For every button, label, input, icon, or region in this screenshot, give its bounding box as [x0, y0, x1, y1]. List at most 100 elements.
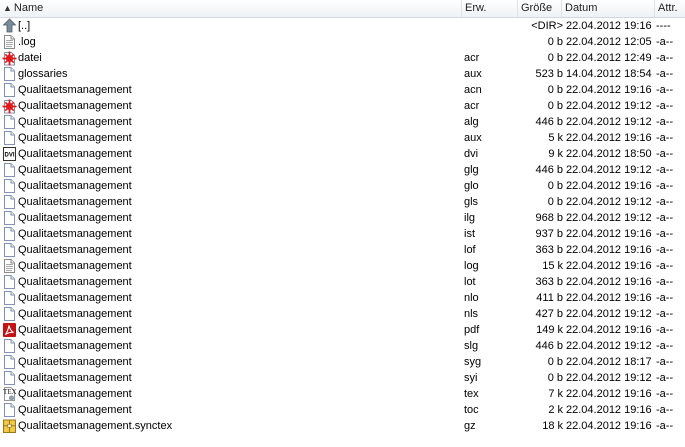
- file-date: 22.04.2012 12:49: [566, 52, 652, 64]
- file-attributes: -a--: [656, 196, 674, 208]
- file-date: 22.04.2012 19:16: [566, 324, 652, 336]
- blank-file-icon: [2, 162, 17, 178]
- file-name: Qualitaetsmanagement: [18, 356, 132, 368]
- file-row[interactable]: Qualitaetsmanagement ist 937 b 22.04.2012 1…: [0, 226, 685, 242]
- file-size: 363 b: [535, 276, 563, 288]
- file-attributes: -a--: [656, 116, 674, 128]
- blank-file-icon: [2, 130, 17, 146]
- file-size: 0 b: [547, 52, 563, 64]
- file-size: 149 k: [536, 324, 563, 336]
- file-row[interactable]: Qualitaetsmanagement toc 2 k 22.04.2012 19:…: [0, 402, 685, 418]
- file-row[interactable]: Qualitaetsmanagement alg 446 b 22.04.2012 1…: [0, 114, 685, 130]
- file-extension: dvi: [464, 148, 479, 160]
- file-name: Qualitaetsmanagement: [18, 388, 132, 400]
- column-extension-label: Erw.: [465, 2, 487, 14]
- column-date-header[interactable]: Datum: [562, 0, 655, 17]
- file-attributes: -a--: [656, 244, 674, 256]
- file-row[interactable]: DVI Qualitaetsmanagement dvi 9 k 22.04.2012 …: [0, 146, 685, 162]
- file-attributes: -a--: [656, 52, 674, 64]
- file-row[interactable]: Qualitaetsmanagement ilg 968 b 22.04.2012 1…: [0, 210, 685, 226]
- file-attributes: -a--: [656, 164, 674, 176]
- file-extension: nls: [464, 308, 479, 320]
- file-date: 22.04.2012 19:16: [566, 388, 652, 400]
- file-name: Qualitaetsmanagement: [18, 372, 132, 384]
- file-name: Qualitaetsmanagement: [18, 100, 132, 112]
- file-row[interactable]: TEX Qualitaetsmanagement tex 7 k 22.04.2012 …: [0, 386, 685, 402]
- file-row[interactable]: Qualitaetsmanagement glo 0 b 22.04.2012 19:…: [0, 178, 685, 194]
- file-row[interactable]: Qualitaetsmanagement pdf 149 k 22.04.2012 1…: [0, 322, 685, 338]
- file-attributes: ----: [656, 20, 671, 32]
- file-date: 22.04.2012 19:12: [566, 164, 652, 176]
- file-row[interactable]: Qualitaetsmanagement acn 0 b 22.04.2012 19:…: [0, 82, 685, 98]
- file-rows: [..] <DIR> 22.04.2012 19:16 ---- .log 0 b 22.0…: [0, 18, 685, 434]
- blank-file-icon: [2, 178, 17, 194]
- file-size: 411 b: [536, 292, 563, 304]
- column-extension-header[interactable]: Erw.: [462, 0, 518, 17]
- file-size: 9 k: [548, 148, 563, 160]
- file-row[interactable]: Qualitaetsmanagement acr 0 b 22.04.2012 19:…: [0, 98, 685, 114]
- file-row[interactable]: datei acr 0 b 22.04.2012 12:49 -a--: [0, 50, 685, 66]
- file-name: Qualitaetsmanagement: [18, 180, 132, 192]
- file-row[interactable]: Qualitaetsmanagement syi 0 b 22.04.2012 19:…: [0, 370, 685, 386]
- file-extension: tex: [464, 388, 479, 400]
- file-extension: ilg: [464, 212, 476, 224]
- file-size: <DIR>: [531, 20, 563, 32]
- file-attributes: -a--: [656, 212, 674, 224]
- file-row[interactable]: [..] <DIR> 22.04.2012 19:16 ----: [0, 18, 685, 34]
- file-size: 446 b: [535, 116, 563, 128]
- blank-file-icon: [2, 306, 17, 322]
- file-row[interactable]: Qualitaetsmanagement gls 0 b 22.04.2012 19:…: [0, 194, 685, 210]
- file-name: Qualitaetsmanagement: [18, 404, 132, 416]
- file-extension: acn: [464, 84, 482, 96]
- file-size: 0 b: [547, 372, 563, 384]
- file-row[interactable]: Qualitaetsmanagement lof 363 b 22.04.2012 1…: [0, 242, 685, 258]
- file-name: Qualitaetsmanagement.synctex: [18, 420, 173, 432]
- file-date: 14.04.2012 18:54: [566, 68, 652, 80]
- blank-file-icon: [2, 210, 17, 226]
- file-row[interactable]: Qualitaetsmanagement nls 427 b 22.04.2012 1…: [0, 306, 685, 322]
- file-extension: acr: [464, 100, 480, 112]
- file-name: glossaries: [18, 68, 68, 80]
- file-row[interactable]: Qualitaetsmanagement syg 0 b 22.04.2012 18:…: [0, 354, 685, 370]
- file-attributes: -a--: [656, 100, 674, 112]
- file-name: Qualitaetsmanagement: [18, 260, 132, 272]
- file-name: Qualitaetsmanagement: [18, 276, 132, 288]
- column-name-header[interactable]: ▲ Name: [0, 0, 462, 17]
- file-row[interactable]: .log 0 b 22.04.2012 12:05 -a--: [0, 34, 685, 50]
- file-name: Qualitaetsmanagement: [18, 228, 132, 240]
- acrobat-red-splash-icon: [2, 50, 17, 66]
- file-attributes: -a--: [656, 132, 674, 144]
- file-row[interactable]: Qualitaetsmanagement glg 446 b 22.04.2012 1…: [0, 162, 685, 178]
- column-size-header[interactable]: Größe: [518, 0, 562, 17]
- file-size: 363 b: [535, 244, 563, 256]
- file-size: 968 b: [535, 212, 563, 224]
- file-row[interactable]: Qualitaetsmanagement lot 363 b 22.04.2012 1…: [0, 274, 685, 290]
- file-size: 523 b: [535, 68, 563, 80]
- file-size: 427 b: [535, 308, 563, 320]
- file-date: 22.04.2012 19:12: [566, 372, 652, 384]
- file-row[interactable]: Qualitaetsmanagement aux 5 k 22.04.2012 19:…: [0, 130, 685, 146]
- file-attributes: -a--: [656, 36, 674, 48]
- file-row[interactable]: glossaries aux 523 b 14.04.2012 18:54 -a--: [0, 66, 685, 82]
- file-size: 0 b: [547, 196, 563, 208]
- file-row[interactable]: Qualitaetsmanagement nlo 411 b 22.04.2012 1…: [0, 290, 685, 306]
- file-date: 22.04.2012 19:16: [566, 228, 652, 240]
- file-row[interactable]: Qualitaetsmanagement slg 446 b 22.04.2012 1…: [0, 338, 685, 354]
- file-size: 15 k: [542, 260, 563, 272]
- blank-file-icon: [2, 370, 17, 386]
- dvi-file-icon: DVI: [2, 146, 17, 162]
- file-size: 5 k: [548, 132, 563, 144]
- file-size: 18 k: [542, 420, 563, 432]
- file-attributes: -a--: [656, 148, 674, 160]
- blank-file-icon: [2, 194, 17, 210]
- file-date: 22.04.2012 19:16: [566, 244, 652, 256]
- file-extension: lot: [464, 276, 476, 288]
- file-row[interactable]: Qualitaetsmanagement log 15 k 22.04.2012 19…: [0, 258, 685, 274]
- file-extension: toc: [464, 404, 479, 416]
- column-attributes-header[interactable]: Attr.: [655, 0, 685, 17]
- file-attributes: -a--: [656, 180, 674, 192]
- file-attributes: -a--: [656, 404, 674, 416]
- file-row[interactable]: Qualitaetsmanagement.synctex gz 18 k 22.04.…: [0, 418, 685, 434]
- file-date: 22.04.2012 19:12: [566, 212, 652, 224]
- file-name: [..]: [18, 20, 31, 32]
